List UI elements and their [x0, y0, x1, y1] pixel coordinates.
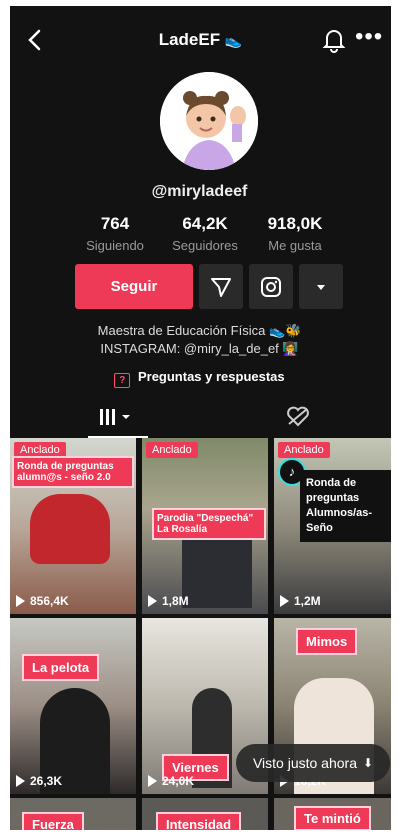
- top-bar: LadeEF 👟 •••: [10, 16, 391, 66]
- stat-followers[interactable]: 64,2K Seguidores: [160, 214, 250, 253]
- video-caption: Ronda de preguntas Alumnos/as- Seño: [300, 470, 391, 542]
- shoe-emoji-icon: 👟: [224, 32, 243, 48]
- view-count-text: 24,0K: [162, 774, 195, 788]
- stat-followers-value: 64,2K: [182, 214, 228, 233]
- video-tile[interactable]: La pelota 26,3K: [10, 618, 136, 794]
- view-count: 26,3K: [16, 774, 62, 788]
- double-chevron-down-icon: ⬇: [362, 756, 374, 770]
- play-icon: [16, 775, 25, 787]
- qa-label: Preguntas y respuestas: [137, 369, 285, 384]
- view-count-text: 1,2M: [294, 594, 321, 608]
- video-caption: Fuerza: [22, 812, 84, 832]
- stat-likes-label: Me gusta: [268, 238, 322, 253]
- video-tile[interactable]: Fuerza: [10, 798, 136, 832]
- tab-liked[interactable]: [285, 406, 315, 432]
- teacher-emoji-icon: 👩‍🏫: [282, 341, 299, 356]
- pinned-badge: Anclado: [278, 442, 330, 458]
- message-button[interactable]: [199, 264, 243, 309]
- bio-line-1: Maestra de Educación Física: [97, 323, 266, 338]
- suggested-accounts-button[interactable]: [299, 264, 343, 309]
- play-icon: [16, 595, 25, 607]
- grid-icon: [100, 409, 130, 425]
- stat-likes[interactable]: 918,0K Me gusta: [250, 214, 340, 253]
- question-icon: ?: [114, 373, 131, 388]
- profile-handle: @miryladeef: [151, 183, 248, 200]
- screenshot-border-top: [0, 0, 399, 6]
- heart-hidden-icon: [287, 406, 309, 427]
- video-caption: Intensidad: [156, 812, 242, 832]
- seen-toast[interactable]: Visto justo ahora ⬇: [236, 744, 390, 782]
- bell-icon: [322, 30, 346, 53]
- follow-button[interactable]: Seguir: [75, 264, 193, 309]
- play-icon: [280, 595, 289, 607]
- view-count-text: 856,4K: [30, 594, 69, 608]
- video-tile[interactable]: Anclado Parodia "Despechá" La Rosalía 1,…: [142, 438, 268, 614]
- qa-link[interactable]: ? Preguntas y respuestas: [0, 369, 399, 388]
- video-caption: Mimos: [296, 628, 358, 655]
- notification-button[interactable]: [321, 26, 347, 54]
- video-caption: Te mintió: [294, 806, 371, 831]
- video-caption: La pelota: [22, 654, 100, 681]
- video-caption: Parodia "Despechá" La Rosalía: [152, 508, 266, 540]
- stat-likes-value: 918,0K: [267, 214, 323, 233]
- triangle-down-icon: [317, 284, 325, 290]
- video-tile[interactable]: Anclado ♪ Ronda de preguntas Alumnos/as-…: [274, 438, 391, 614]
- stat-following-value: 764: [100, 214, 130, 233]
- stat-followers-label: Seguidores: [172, 238, 238, 253]
- instagram-button[interactable]: [249, 264, 293, 309]
- more-dots-icon: •••: [355, 23, 384, 50]
- profile-actions: Seguir: [75, 264, 345, 310]
- stat-following[interactable]: 764 Siguiendo: [70, 214, 160, 253]
- view-count-text: 1,8M: [162, 594, 189, 608]
- play-icon: [148, 595, 157, 607]
- view-count: 24,0K: [148, 774, 194, 788]
- tab-videos[interactable]: [90, 406, 150, 432]
- content-tabs: [10, 402, 391, 438]
- pinned-badge: Anclado: [146, 442, 198, 458]
- bio-line-2: INSTAGRAM: @miry_la_de_ef: [100, 341, 279, 356]
- view-count: 856,4K: [16, 594, 69, 608]
- profile-stats: 764 Siguiendo 64,2K Seguidores 918,0K Me…: [70, 214, 339, 258]
- view-count-text: 26,3K: [30, 774, 63, 788]
- memoji-avatar-icon: [160, 72, 258, 170]
- video-tile[interactable]: Anclado Ronda de preguntas alumn@s - señ…: [10, 438, 136, 614]
- stat-following-label: Siguiendo: [86, 238, 144, 253]
- profile-screen: LadeEF 👟 ••• @miryladeef 764 Siguiendo 6…: [0, 0, 399, 834]
- view-count: 1,2M: [280, 594, 321, 608]
- screenshot-border-left: [0, 0, 10, 834]
- title-text: LadeEF: [158, 30, 221, 49]
- video-tile[interactable]: Intensidad: [142, 798, 268, 832]
- profile-bio: Maestra de Educación Física 👟🐝 INSTAGRAM…: [0, 322, 399, 358]
- video-thumbnail: [30, 494, 110, 564]
- screenshot-border-right: [391, 0, 399, 834]
- shoe-and-bee-emoji-icon: 👟🐝: [268, 323, 302, 338]
- view-count: 1,8M: [148, 594, 189, 608]
- send-icon: [211, 277, 231, 297]
- play-icon: [148, 775, 157, 787]
- avatar[interactable]: [160, 72, 258, 170]
- screenshot-border-bottom: [0, 830, 399, 834]
- instagram-icon: [261, 276, 281, 297]
- more-options-button[interactable]: •••: [355, 25, 383, 52]
- toast-text: Visto justo ahora: [252, 755, 357, 771]
- video-tile[interactable]: Te mintió: [274, 798, 391, 832]
- video-caption: Ronda de preguntas alumn@s - seño 2.0: [12, 456, 134, 488]
